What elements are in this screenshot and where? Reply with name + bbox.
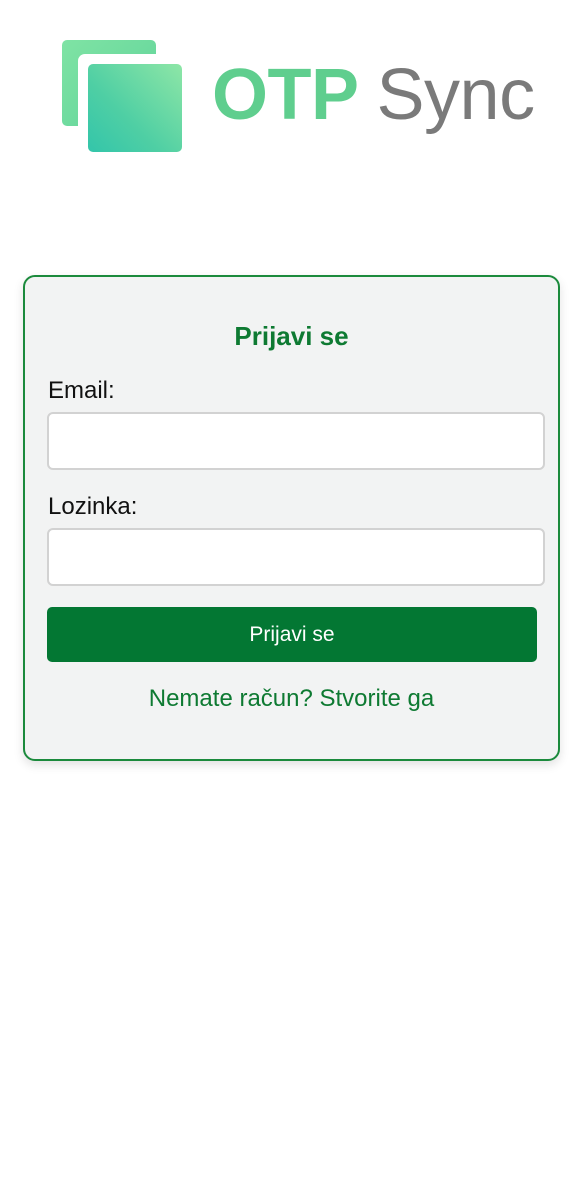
login-button[interactable]: Prijavi se (47, 607, 537, 662)
brand-secondary-text: Sync (376, 55, 536, 135)
password-field[interactable] (47, 528, 545, 586)
login-page: OTP Sync Prijavi se Email: Lozinka: Prija… (0, 0, 587, 1180)
stacked-squares-icon (62, 38, 182, 152)
email-field[interactable] (47, 412, 545, 470)
login-card: Prijavi se Email: Lozinka: Prijavi se Ne… (23, 275, 560, 761)
password-label: Lozinka: (48, 493, 138, 520)
email-label: Email: (48, 377, 115, 404)
app-logo: OTP Sync (62, 38, 535, 152)
signup-link[interactable]: Nemate račun? Stvorite ga (25, 685, 558, 713)
logo-front-square (88, 64, 182, 152)
login-title: Prijavi se (234, 321, 349, 351)
app-name: OTP Sync (212, 59, 535, 131)
brand-primary-text: OTP (212, 55, 359, 135)
